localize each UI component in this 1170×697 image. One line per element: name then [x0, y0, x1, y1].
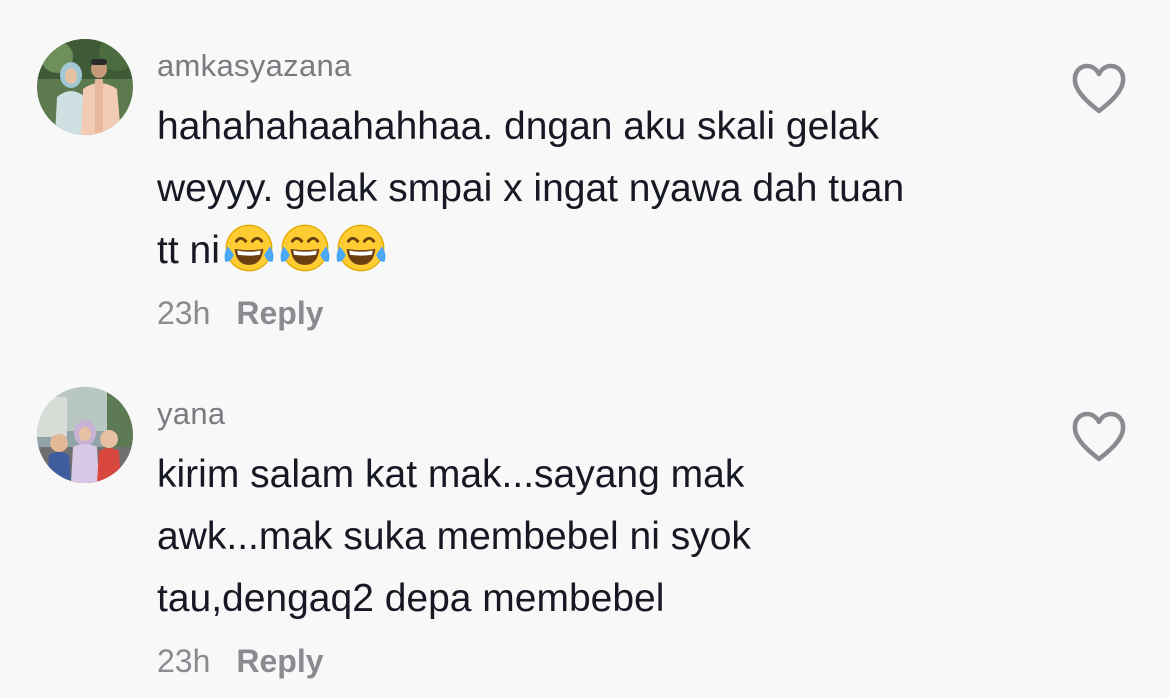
comment-text-segment: tt ni — [157, 229, 220, 272]
tears-of-joy-emoji-icon — [280, 224, 330, 272]
heart-outline-icon[interactable] — [1070, 410, 1128, 464]
avatar[interactable] — [37, 387, 133, 483]
comment-item: amkasyazana hahahahaahahhaa. dngan aku s… — [0, 0, 1170, 350]
comment-text: kirim salam kat mak...sayang mak awk...m… — [157, 444, 1037, 630]
comment-text-line: weyyy. gelak smpai x ingat nyawa dah tua… — [157, 167, 905, 210]
comment-meta: 23h Reply — [157, 295, 324, 332]
comment-username[interactable]: yana — [157, 396, 225, 432]
avatar-photo — [37, 387, 133, 483]
comment-meta: 23h Reply — [157, 643, 324, 680]
comment-text-line: kirim salam kat mak...sayang mak — [157, 453, 745, 496]
comment-timestamp: 23h — [157, 643, 211, 679]
comment-text-line: tt ni — [157, 220, 1037, 282]
reply-button[interactable]: Reply — [236, 643, 323, 679]
heart-outline-icon[interactable] — [1070, 62, 1128, 116]
avatar-photo — [37, 39, 133, 135]
comment-text-line: hahahahaahahhaa. dngan aku skali gelak — [157, 105, 880, 148]
comment-timestamp: 23h — [157, 295, 211, 331]
comment-username[interactable]: amkasyazana — [157, 48, 352, 84]
comment-text-line: tau,dengaq2 depa membebel — [157, 577, 665, 620]
comment-item: yana kirim salam kat mak...sayang mak aw… — [0, 350, 1170, 697]
reply-button[interactable]: Reply — [236, 295, 323, 331]
tears-of-joy-emoji-icon — [336, 224, 386, 272]
comment-text-line: awk...mak suka membebel ni syok — [157, 515, 751, 558]
comment-text: hahahahaahahhaa. dngan aku skali gelak w… — [157, 96, 1037, 282]
tears-of-joy-emoji-icon — [224, 224, 274, 272]
avatar[interactable] — [37, 39, 133, 135]
